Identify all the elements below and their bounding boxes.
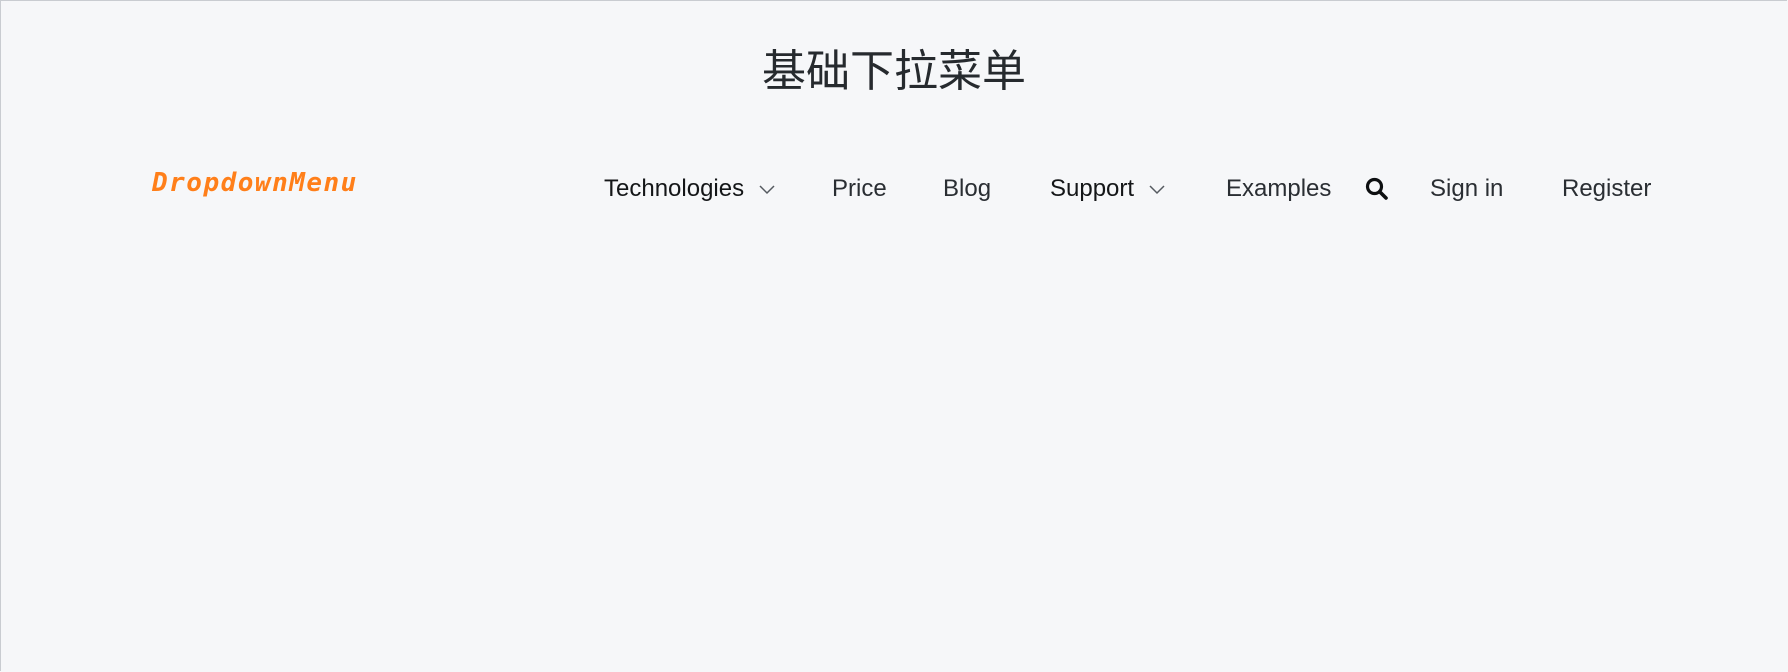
brand-logo[interactable]: DropdownMenu — [152, 168, 358, 198]
sign-in-link[interactable]: Sign in — [1430, 174, 1503, 204]
nav-item-label: Price — [832, 175, 887, 202]
nav-item-blog[interactable]: Blog — [943, 174, 991, 204]
nav-item-examples[interactable]: Examples — [1226, 174, 1331, 204]
chevron-down-icon — [1148, 183, 1166, 195]
sign-in-label: Sign in — [1430, 175, 1504, 202]
search-icon[interactable] — [1364, 176, 1390, 202]
register-link[interactable]: Register — [1562, 174, 1651, 204]
nav-item-label: Blog — [943, 175, 992, 202]
nav-item-price[interactable]: Price — [832, 174, 887, 204]
register-label: Register — [1562, 175, 1652, 202]
nav-item-support[interactable]: Support — [1050, 174, 1166, 204]
navbar: DropdownMenu Technologies Price Blog Sup… — [0, 160, 1788, 220]
nav-item-technologies[interactable]: Technologies — [604, 174, 776, 204]
nav-item-label: Technologies — [604, 175, 745, 202]
nav-item-label: Support — [1050, 175, 1135, 202]
page-title: 基础下拉菜单 — [762, 46, 1026, 97]
chevron-down-icon — [758, 183, 776, 195]
nav-item-label: Examples — [1226, 175, 1332, 202]
